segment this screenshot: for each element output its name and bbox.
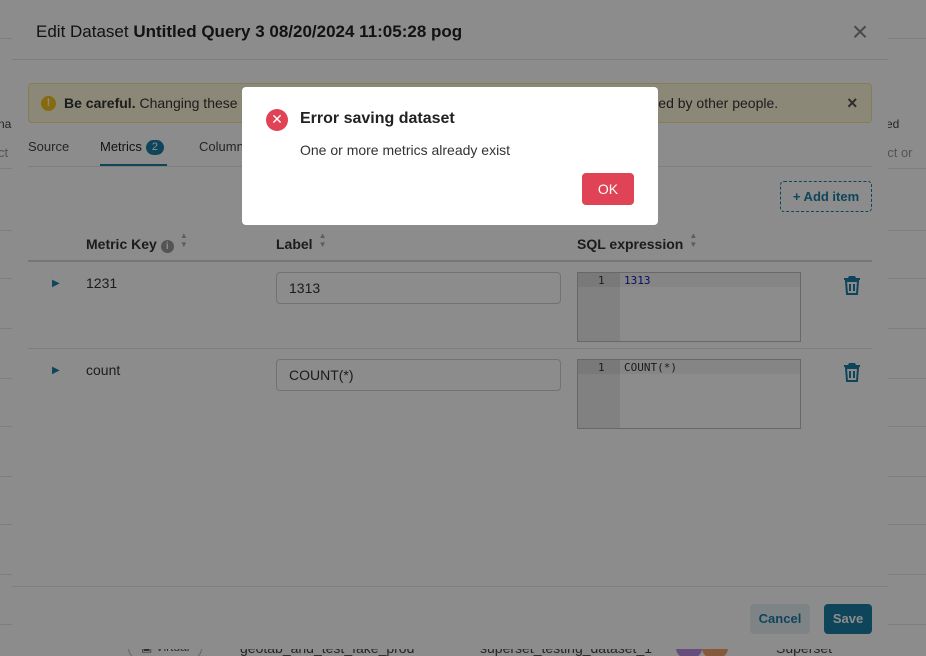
- ok-button[interactable]: OK: [582, 173, 634, 205]
- error-dialog: ✕ Error saving dataset One or more metri…: [242, 87, 658, 225]
- dialog-message: One or more metrics already exist: [300, 142, 511, 158]
- dialog-title: Error saving dataset: [300, 110, 455, 127]
- error-icon: ✕: [266, 109, 288, 131]
